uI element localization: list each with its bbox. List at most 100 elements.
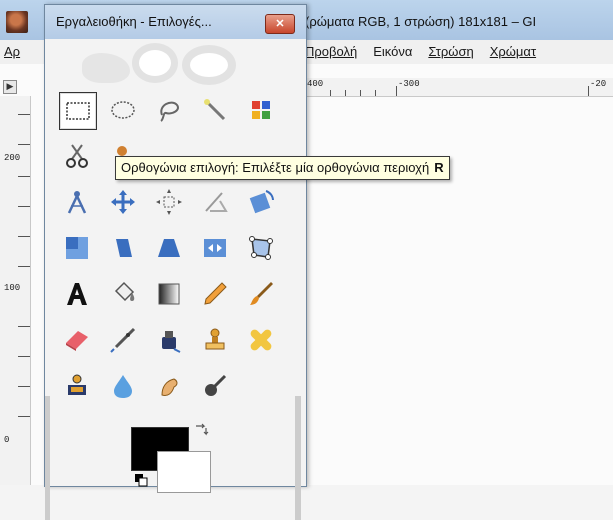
- heal-icon: [250, 329, 272, 351]
- ruler-tick: [18, 356, 30, 357]
- move-tool[interactable]: [105, 184, 141, 220]
- perspective-icon: [158, 239, 180, 257]
- menu-item-layer[interactable]: Στρώση: [428, 44, 473, 59]
- ruler-tick: [18, 144, 30, 145]
- ruler-tick: [18, 266, 30, 267]
- ruler-tick: [18, 176, 30, 177]
- shear-tool[interactable]: [105, 230, 141, 266]
- menu-item-image[interactable]: Εικόνα: [373, 44, 412, 59]
- scale-tool[interactable]: [59, 230, 95, 266]
- pencil-tool[interactable]: [197, 276, 233, 312]
- ruler-tick: [18, 326, 30, 327]
- ruler-tick: [18, 114, 30, 115]
- ellipse-select-tool[interactable]: [105, 92, 141, 128]
- crop-icon: [205, 192, 228, 212]
- heal-tool[interactable]: [243, 322, 279, 358]
- align-tool[interactable]: [151, 184, 187, 220]
- toolbox-window: Εργαλειοθήκη - Επιλογές... ✕: [44, 4, 307, 520]
- app-icon: [6, 11, 28, 33]
- menu-items: Προβολή Εικόνα Στρώση Χρώματ: [305, 44, 536, 59]
- text-tool[interactable]: [59, 276, 95, 312]
- perspective-clone-tool[interactable]: [59, 368, 95, 404]
- menu-item-partial[interactable]: Αρ: [4, 44, 20, 59]
- move-icon: [111, 190, 135, 214]
- blur-sharpen-tool[interactable]: [105, 368, 141, 404]
- gradient-icon: [158, 283, 180, 305]
- scale-icon: [66, 237, 88, 259]
- toolbox-resize-right[interactable]: [295, 396, 301, 520]
- background-color-swatch[interactable]: [157, 451, 211, 493]
- perspective-clone-icon: [68, 374, 86, 395]
- clone-stamp-icon: [205, 328, 225, 350]
- clone-tool[interactable]: [197, 322, 233, 358]
- menu-item-view[interactable]: Προβολή: [305, 44, 357, 59]
- swap-colors-icon[interactable]: [193, 422, 209, 438]
- shear-icon: [116, 239, 132, 257]
- image-window-title: (ρώματα RGB, 1 στρώση) 181x181 – GI: [305, 14, 537, 29]
- ruler-label: 0: [4, 435, 10, 445]
- navigate-button[interactable]: ▶: [3, 80, 17, 94]
- ruler-tick: [18, 416, 30, 417]
- ellipse-select-icon: [111, 101, 135, 119]
- scissors-icon: [66, 144, 88, 168]
- align-icon: [156, 189, 182, 215]
- crop-tool[interactable]: [197, 184, 233, 220]
- paintbrush-tool[interactable]: [243, 276, 279, 312]
- ink-tool[interactable]: [151, 322, 187, 358]
- toolbox-body: [45, 39, 306, 520]
- ink-icon: [162, 331, 181, 353]
- ruler-label: 400: [307, 79, 324, 89]
- close-button[interactable]: ✕: [265, 14, 295, 34]
- rotate-tool[interactable]: [243, 184, 279, 220]
- smudge-tool[interactable]: [151, 368, 187, 404]
- toolbox-titlebar[interactable]: Εργαλειοθήκη - Επιλογές... ✕: [45, 5, 306, 39]
- ruler-tick: [396, 86, 397, 96]
- wilber-logo: [74, 43, 244, 87]
- close-icon: ✕: [275, 18, 285, 30]
- airbrush-tool[interactable]: [105, 322, 141, 358]
- rect-select-tool[interactable]: [59, 92, 97, 130]
- airbrush-icon: [110, 327, 136, 353]
- fuzzy-select-tool[interactable]: [197, 92, 233, 128]
- tool-tooltip: Ορθογώνια επιλογή: Επιλέξτε μία ορθογώνι…: [115, 156, 450, 180]
- drop-icon: [114, 375, 132, 398]
- ruler-tick: [360, 90, 361, 96]
- scissors-select-tool[interactable]: [59, 138, 95, 174]
- ruler-label: 200: [4, 153, 21, 163]
- paintbrush-icon: [250, 282, 273, 305]
- flip-tool[interactable]: [197, 230, 233, 266]
- horizontal-ruler[interactable]: 400 -300 -20: [300, 78, 613, 97]
- toolbox-resize-left[interactable]: [45, 396, 50, 520]
- vertical-ruler[interactable]: 200 100 0: [0, 96, 31, 485]
- measure-tool[interactable]: [59, 184, 95, 220]
- free-select-tool[interactable]: [151, 92, 187, 128]
- blend-tool[interactable]: [151, 276, 187, 312]
- text-icon: [67, 283, 87, 305]
- ruler-label: 100: [4, 283, 21, 293]
- ruler-tick: [588, 86, 589, 96]
- cage-transform-tool[interactable]: [243, 230, 279, 266]
- ruler-label: -300: [398, 79, 420, 89]
- select-by-color-tool[interactable]: [243, 92, 279, 128]
- tooltip-text: Ορθογώνια επιλογή: Επιλέξτε μία ορθογώνι…: [121, 160, 430, 175]
- ruler-label: -20: [590, 79, 607, 89]
- ruler-tick: [18, 236, 30, 237]
- ruler-tick: [18, 386, 30, 387]
- color-select-icon: [252, 101, 270, 119]
- perspective-tool[interactable]: [151, 230, 187, 266]
- cage-icon: [249, 236, 273, 260]
- tooltip-shortcut: R: [434, 160, 444, 175]
- magic-wand-icon: [204, 99, 226, 121]
- compass-icon: [67, 191, 87, 214]
- rotate-icon: [249, 190, 274, 214]
- toolbox-title: Εργαλειοθήκη - Επιλογές...: [56, 14, 212, 29]
- menu-item-colors[interactable]: Χρώματ: [490, 44, 536, 59]
- smudge-icon: [161, 378, 178, 396]
- bucket-fill-tool[interactable]: [105, 276, 141, 312]
- lasso-icon: [160, 101, 179, 122]
- pencil-icon: [204, 282, 227, 305]
- dodge-burn-tool[interactable]: [197, 368, 233, 404]
- eraser-tool[interactable]: [59, 322, 95, 358]
- ruler-tick: [330, 90, 331, 96]
- eraser-icon: [66, 331, 88, 351]
